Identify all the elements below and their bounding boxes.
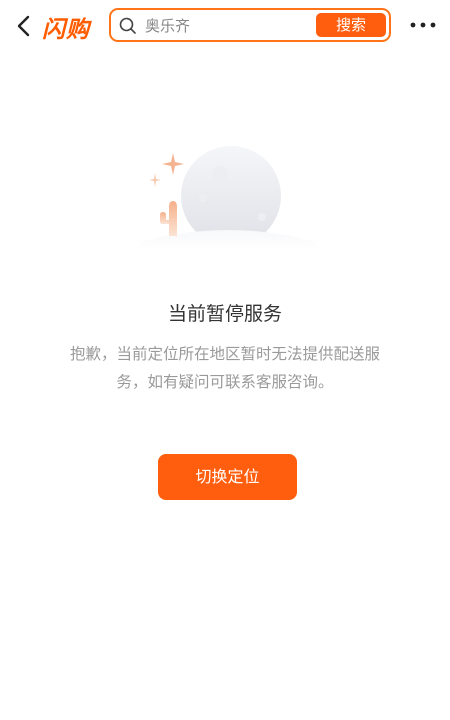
empty-state-message: 抱歉，当前定位所在地区暂时无法提供配送服务，如有疑问可联系客服咨询。 bbox=[69, 345, 380, 391]
switch-location-button[interactable]: 切换定位 bbox=[158, 454, 297, 500]
search-icon bbox=[119, 17, 136, 34]
search-button[interactable]: 搜索 bbox=[316, 13, 386, 37]
top-bar: 闪购 搜索 bbox=[0, 0, 450, 52]
brand-logo: 闪购 bbox=[42, 17, 90, 43]
search-bar[interactable]: 搜索 bbox=[109, 8, 391, 42]
more-options-icon[interactable] bbox=[408, 20, 438, 30]
back-arrow-icon[interactable] bbox=[14, 14, 34, 38]
empty-state-title: 当前暂停服务 bbox=[167, 303, 282, 325]
search-input[interactable] bbox=[145, 13, 315, 37]
empty-state-illustration bbox=[140, 146, 316, 250]
